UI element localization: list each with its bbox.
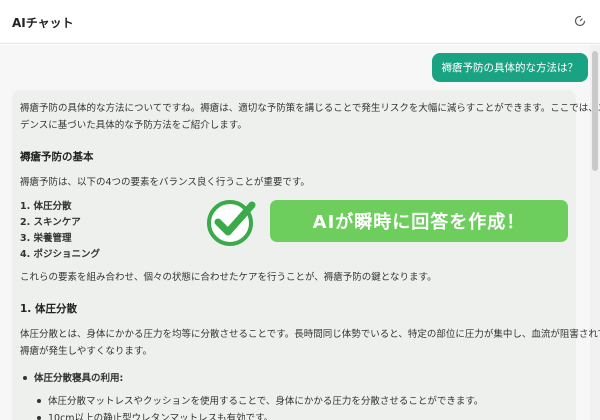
chat-window: AIチャット 褥瘡予防の具体的な方法は？ 褥瘡予防の具体的な方法についてですね。… bbox=[0, 0, 600, 420]
ai-intro-line-2: デンスに基づいた具体的な予防方法をご紹介します。 bbox=[20, 120, 247, 131]
bullet-title: 体圧分散寝具の利用: bbox=[34, 373, 124, 384]
check-circle-icon bbox=[207, 200, 256, 246]
feature-banner: AIが瞬時に回答を作成！ bbox=[270, 200, 568, 242]
section-pressure-line-2: 褥瘡が発生しやすくなります。 bbox=[20, 346, 152, 357]
list-item: 4. ポジショニング bbox=[20, 249, 101, 260]
list-item: 2. スキンケア bbox=[20, 217, 81, 228]
list-item: 1. 体圧分散 bbox=[20, 201, 72, 212]
section-pressure-line-1: 体圧分散とは、身体にかかる圧力を均等に分散させることです。長時間同じ体勢でいると… bbox=[20, 329, 600, 340]
history-icon[interactable] bbox=[574, 15, 586, 27]
ai-intro-line-1: 褥瘡予防の具体的な方法についてですね。褥瘡は、適切な予防策を講じることで発生リス… bbox=[20, 103, 600, 114]
sub-bullet-item: 体圧分散マットレスやクッションを使用することで、身体にかかる圧力を分散させること… bbox=[48, 396, 484, 407]
bullet-icon bbox=[23, 376, 27, 380]
ai-summary-text: これらの要素を組み合わせ、個々の状態に合わせたケアを行うことが、褥瘡予防の鍵とな… bbox=[20, 272, 437, 283]
section-heading-basics: 褥瘡予防の基本 bbox=[20, 151, 94, 163]
section-heading-pressure: 1. 体圧分散 bbox=[20, 303, 77, 315]
list-item: 3. 栄養管理 bbox=[20, 233, 72, 244]
bullet-icon bbox=[37, 416, 41, 420]
app-title: AIチャット bbox=[12, 16, 74, 30]
sub-bullet-item: 10cm以上の静止型ウレタンマットレスも有効です。 bbox=[48, 413, 274, 420]
user-message-bubble: 褥瘡予防の具体的な方法は？ bbox=[431, 53, 588, 82]
chat-header: AIチャット bbox=[0, 0, 600, 44]
bullet-icon bbox=[37, 399, 41, 403]
section-basics-text: 褥瘡予防は、以下の4つの要素をバランス良く行うことが重要です。 bbox=[20, 177, 310, 188]
